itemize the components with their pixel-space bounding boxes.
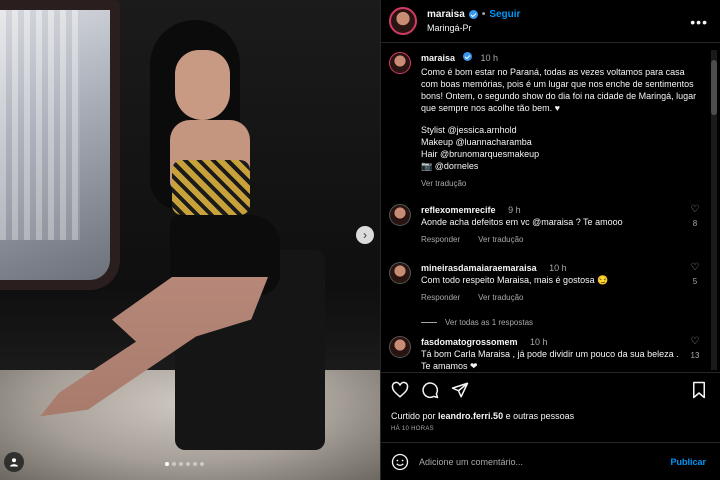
author-username[interactable]: maraisa: [427, 9, 465, 20]
post-header: maraisa • Seguir Maringá-Pr •••: [381, 0, 720, 43]
comment-text: Tá bom Carla Maraisa , já pode dividir u…: [421, 349, 679, 371]
location-link[interactable]: Maringá-Pr: [427, 23, 520, 33]
comment-time: 10 h: [549, 263, 567, 273]
comment-username[interactable]: fasdomatogrossomem: [421, 337, 518, 347]
credit-line: Hair @brunomarquesmakeup: [421, 149, 540, 159]
comment-button[interactable]: [421, 381, 439, 399]
verified-badge-icon: [463, 52, 473, 61]
carousel-dot: [172, 462, 176, 466]
save-button[interactable]: [690, 381, 708, 399]
follow-button[interactable]: Seguir: [489, 9, 520, 20]
carousel-dot: [165, 462, 169, 466]
heart-icon: [391, 381, 409, 398]
caption-time: 10 h: [480, 53, 499, 63]
translate-button[interactable]: Ver tradução: [478, 292, 523, 304]
comment-icon: [422, 382, 439, 399]
post-action-bar: Curtido por leandro.ferri.50 e outras pe…: [381, 372, 720, 442]
tagged-users-button[interactable]: [4, 452, 24, 472]
comment-actions: Responder Ver tradução: [421, 234, 682, 246]
emoji-icon[interactable]: [391, 453, 409, 471]
comment-like-count: 5: [692, 277, 698, 286]
comment-text: Aonde acha defeitos em vc @maraisa ? Te …: [421, 217, 623, 227]
reply-divider: [421, 322, 437, 323]
post-caption: maraisa 10 h Como é bom estar no Paraná,…: [389, 52, 699, 190]
comment-time: 10 h: [530, 337, 548, 347]
share-button[interactable]: [451, 381, 469, 399]
comment-like-count: 8: [692, 219, 698, 228]
credit-line: 📷 @dorneles: [421, 161, 479, 171]
reply-button[interactable]: Responder: [421, 292, 460, 304]
author-meta: maraisa • Seguir Maringá-Pr: [427, 9, 520, 33]
comment-like: ♡ 13: [686, 336, 704, 372]
liked-user-link[interactable]: leandro.ferri.50: [438, 411, 503, 421]
action-icons: [391, 381, 469, 399]
reply-button[interactable]: Responder: [421, 234, 460, 246]
credit-line: Makeup @luannacharamba: [421, 137, 532, 147]
comment-text: Com todo respeito Maraisa, mais é gostos…: [421, 275, 609, 285]
comment-body: reflexomemrecife 9 h Aonde acha defeitos…: [421, 204, 682, 246]
post-media[interactable]: ›: [0, 0, 380, 480]
heart-icon[interactable]: ♡: [691, 336, 700, 347]
author-avatar[interactable]: [389, 7, 417, 35]
comment-avatar[interactable]: [389, 204, 411, 226]
curtain: [0, 10, 80, 240]
caption-translate-link[interactable]: Ver tradução: [421, 178, 699, 190]
post-timestamp: HÁ 10 HORAS: [391, 426, 434, 432]
add-comment-bar: Publicar: [381, 442, 720, 480]
scrollbar-thumb[interactable]: [711, 60, 717, 115]
comment-item: fasdomatogrossomem 10 h Tá bom Carla Mar…: [389, 336, 704, 372]
comments-scrollbar[interactable]: [711, 50, 717, 370]
caption-avatar[interactable]: [389, 52, 411, 74]
comment-username[interactable]: mineirasdamaiaraemaraisa: [421, 263, 537, 273]
comment-avatar[interactable]: [389, 262, 411, 284]
carousel-dot: [200, 462, 204, 466]
liked-prefix: Curtido por: [391, 411, 436, 421]
carousel-dot: [193, 462, 197, 466]
carousel-indicator: [165, 462, 204, 466]
view-replies-label: Ver todas as 1 respostas: [445, 318, 534, 327]
like-button[interactable]: [391, 381, 409, 399]
comment-actions: Responder Ver tradução: [421, 292, 682, 304]
send-icon: [451, 382, 469, 398]
photo-subject-top: [172, 160, 250, 215]
heart-icon[interactable]: ♡: [691, 204, 700, 215]
instagram-post: › maraisa • Seguir Maringá-Pr ••• marais…: [0, 0, 720, 480]
caption-credits: Stylist @jessica.arnhold Makeup @luannac…: [421, 124, 699, 172]
comment-like: ♡ 5: [686, 262, 704, 304]
bookmark-icon: [693, 381, 705, 399]
post-side-panel: maraisa • Seguir Maringá-Pr ••• maraisa …: [380, 0, 720, 480]
user-icon: [10, 458, 18, 467]
caption-body: maraisa 10 h Como é bom estar no Paraná,…: [421, 52, 699, 190]
comment-item: mineirasdamaiaraemaraisa 10 h Com todo r…: [389, 262, 704, 304]
publish-button[interactable]: Publicar: [670, 457, 706, 467]
comment-time: 9 h: [508, 205, 521, 215]
carousel-dot: [179, 462, 183, 466]
liked-by-text: Curtido por leandro.ferri.50 e outras pe…: [391, 411, 574, 421]
caption-text: Como é bom estar no Paraná, todas as vez…: [421, 67, 697, 113]
comment-username[interactable]: reflexomemrecife: [421, 205, 496, 215]
next-slide-button[interactable]: ›: [356, 226, 374, 244]
heart-icon[interactable]: ♡: [691, 262, 700, 273]
caption-username[interactable]: maraisa: [421, 53, 455, 63]
comment-input[interactable]: [419, 456, 671, 467]
separator: •: [481, 9, 486, 20]
comments-section[interactable]: maraisa 10 h Como é bom estar no Paraná,…: [381, 44, 720, 372]
view-replies-link[interactable]: Ver todas as 1 respostas: [421, 318, 533, 327]
translate-button[interactable]: Ver tradução: [478, 234, 523, 246]
chevron-right-icon: ›: [363, 228, 367, 242]
comment-like: ♡ 8: [686, 204, 704, 246]
comment-body: mineirasdamaiaraemaraisa 10 h Com todo r…: [421, 262, 682, 304]
comment-body: fasdomatogrossomem 10 h Tá bom Carla Mar…: [421, 336, 682, 372]
liked-suffix[interactable]: e outras pessoas: [506, 411, 575, 421]
author-line: maraisa • Seguir: [427, 9, 520, 20]
verified-badge-icon: [468, 10, 478, 19]
comment-like-count: 13: [690, 351, 700, 360]
comment-item: reflexomemrecife 9 h Aonde acha defeitos…: [389, 204, 704, 246]
photo-subject-face: [175, 50, 230, 120]
credit-line: Stylist @jessica.arnhold: [421, 125, 517, 135]
carousel-dot: [186, 462, 190, 466]
more-options-icon[interactable]: •••: [690, 14, 708, 30]
comment-avatar[interactable]: [389, 336, 411, 358]
